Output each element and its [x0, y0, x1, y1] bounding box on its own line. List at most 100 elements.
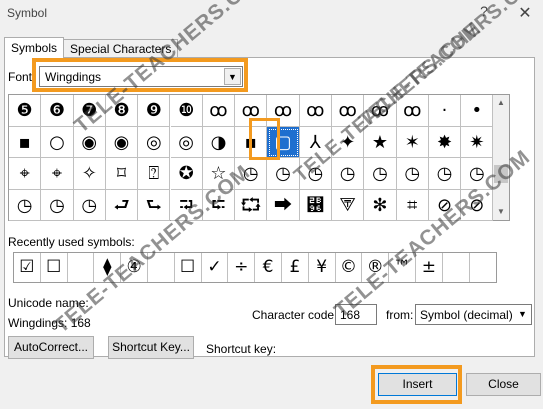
symbol-cell[interactable]: ✦ — [332, 126, 365, 158]
close-icon[interactable]: ✕ — [517, 3, 533, 22]
tab-special-characters[interactable]: Special Characters — [63, 39, 179, 58]
symbol-cell[interactable]: ◷ — [235, 158, 268, 190]
symbol-cell[interactable]: ⊘ — [428, 189, 462, 221]
symbol-cell[interactable]: ◷ — [267, 158, 300, 190]
recent-symbol-cell[interactable]: ¥ — [309, 253, 336, 282]
symbol-cell[interactable]: ○ — [41, 126, 74, 158]
scroll-up-icon[interactable]: ▲ — [493, 95, 509, 111]
symbol-cell[interactable]: ✪ — [170, 158, 203, 190]
symbol-cell[interactable]: ◷ — [73, 189, 106, 221]
symbol-cell[interactable]: ⮗ — [332, 189, 365, 221]
symbol-dialog: Symbol ? ✕ Symbols Special Characters Fo… — [0, 0, 543, 409]
close-button[interactable]: Close — [466, 373, 541, 396]
tab-special-characters-label: Special Characters — [70, 42, 172, 56]
symbol-cell[interactable]: ⮔ — [235, 189, 268, 221]
symbol-cell[interactable]: · — [428, 95, 462, 127]
scroll-thumb[interactable] — [494, 165, 508, 183]
recent-symbol-cell[interactable]: ✓ — [202, 253, 229, 282]
symbol-cell[interactable]: ✸ — [428, 126, 462, 158]
symbol-cell[interactable]: ꝏ — [299, 95, 332, 127]
symbol-cell[interactable]: ⌖ — [9, 158, 42, 190]
unicode-name-label: Unicode name: — [8, 296, 89, 310]
symbol-cell[interactable]: ⮐ — [105, 189, 139, 221]
scroll-down-icon[interactable]: ▼ — [493, 204, 509, 220]
symbol-cell[interactable]: ◎ — [138, 126, 171, 158]
symbol-cell[interactable]: ꝏ — [332, 95, 365, 127]
recent-symbol-cell[interactable] — [148, 253, 175, 282]
symbol-cell[interactable]: ✧ — [73, 158, 106, 190]
symbol-cell[interactable]: ★ — [364, 126, 397, 158]
recent-symbol-cell[interactable]: © — [336, 253, 363, 282]
symbol-cell[interactable]: ⮓ — [202, 189, 236, 221]
unicode-name-value: Wingdings: 168 — [8, 316, 91, 330]
symbol-cell[interactable]: ⮖ — [299, 189, 332, 221]
recent-symbol-cell[interactable]: ÷ — [228, 253, 256, 282]
recent-symbol-cell[interactable]: ™ — [389, 253, 416, 282]
symbol-cell[interactable]: ⍰ — [138, 158, 171, 190]
symbol-cell[interactable]: ⌑ — [105, 158, 139, 190]
symbol-cell[interactable]: ꝏ — [202, 95, 236, 127]
selected-symbol-highlight-box — [249, 118, 280, 160]
symbol-cell[interactable]: ◷ — [364, 158, 397, 190]
recent-symbol-cell[interactable]: ☑ — [14, 253, 41, 282]
symbol-cell[interactable]: ⮕ — [267, 189, 300, 221]
symbol-cell[interactable]: ◷ — [41, 189, 74, 221]
symbol-cell[interactable]: ⮒ — [170, 189, 203, 221]
symbol-cell[interactable]: ◉ — [105, 126, 139, 158]
recent-symbol-cell[interactable]: ☐ — [175, 253, 202, 282]
recent-symbol-cell[interactable]: ④ — [121, 253, 148, 282]
symbol-cell[interactable]: • — [461, 95, 494, 127]
symbol-cell[interactable]: ⊘ — [461, 189, 494, 221]
recent-symbol-cell[interactable] — [443, 253, 470, 282]
tab-strip: Symbols Special Characters — [4, 37, 179, 58]
recent-symbol-cell[interactable]: ± — [416, 253, 443, 282]
symbol-cell[interactable]: ◷ — [332, 158, 365, 190]
from-label: from: — [386, 308, 414, 322]
symbol-cell[interactable]: ꝏ — [396, 95, 429, 127]
recent-symbols-label: Recently used symbols: — [8, 235, 135, 249]
symbol-cell[interactable]: ✶ — [396, 126, 429, 158]
symbol-cell[interactable]: ◑ — [202, 126, 236, 158]
symbol-cell[interactable]: ❺ — [9, 95, 42, 127]
symbol-cell[interactable]: ◎ — [170, 126, 203, 158]
symbol-cell[interactable]: ◷ — [299, 158, 332, 190]
symbol-cell[interactable]: ◉ — [73, 126, 106, 158]
symbol-cell[interactable]: ❾ — [138, 95, 171, 127]
recent-symbol-cell[interactable]: £ — [282, 253, 309, 282]
recent-symbol-cell[interactable]: ☐ — [41, 253, 68, 282]
symbol-cell[interactable]: ◷ — [9, 189, 42, 221]
tab-symbols[interactable]: Symbols — [4, 37, 65, 58]
symbol-cell[interactable]: ❿ — [170, 95, 203, 127]
recent-symbol-cell[interactable]: ⧫ — [94, 253, 122, 282]
chevron-down-icon[interactable]: ▼ — [515, 306, 530, 323]
tab-symbols-label: Symbols — [11, 41, 58, 55]
symbol-cell[interactable]: ⅄ — [299, 126, 332, 158]
character-code-label: Character code: — [252, 308, 338, 322]
symbol-cell[interactable]: ◷ — [396, 158, 429, 190]
symbol-cell[interactable]: ꝏ — [364, 95, 397, 127]
shortcut-key-button[interactable]: Shortcut Key... — [108, 336, 194, 359]
symbol-cell[interactable]: ☆ — [202, 158, 236, 190]
symbol-cell[interactable]: ❽ — [105, 95, 139, 127]
recent-symbol-cell[interactable] — [68, 253, 95, 282]
symbol-cell[interactable]: ✷ — [461, 126, 494, 158]
font-highlight-box — [32, 58, 248, 92]
help-icon[interactable]: ? — [476, 3, 492, 19]
character-code-input[interactable]: 168 — [335, 304, 377, 325]
symbol-cell[interactable]: ⌗ — [396, 189, 429, 221]
from-select-value: Symbol (decimal) — [420, 308, 513, 322]
from-select[interactable]: Symbol (decimal) ▼ — [415, 304, 532, 325]
symbol-cell[interactable]: ◷ — [461, 158, 494, 190]
symbol-cell[interactable]: ⮑ — [138, 189, 171, 221]
recent-symbol-cell[interactable]: € — [255, 253, 282, 282]
symbol-cell[interactable]: ❼ — [73, 95, 106, 127]
dialog-title: Symbol — [7, 6, 48, 20]
symbol-cell[interactable]: ▪ — [9, 126, 42, 158]
autocorrect-button[interactable]: AutoCorrect... — [8, 336, 94, 359]
symbol-grid-scrollbar[interactable]: ▲ ▼ — [493, 94, 510, 221]
symbol-cell[interactable]: ❻ — [41, 95, 74, 127]
symbol-cell[interactable]: ⌖ — [41, 158, 74, 190]
recent-symbol-cell[interactable]: ® — [362, 253, 390, 282]
symbol-cell[interactable]: ✻ — [364, 189, 397, 221]
symbol-cell[interactable]: ◷ — [428, 158, 462, 190]
